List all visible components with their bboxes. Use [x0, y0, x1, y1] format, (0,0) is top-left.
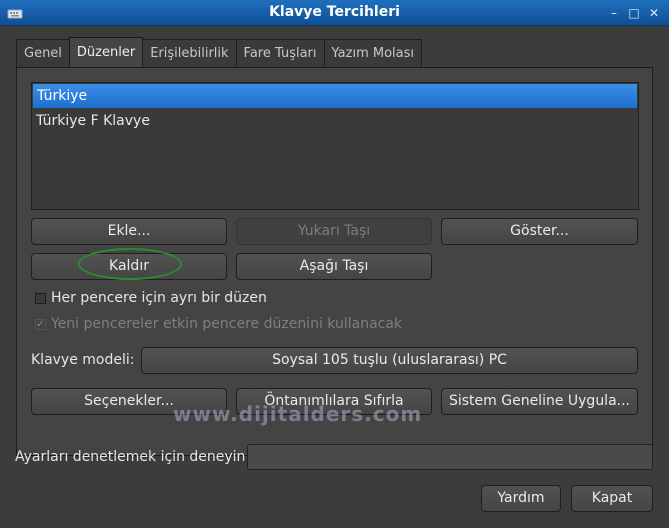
window-body: Genel Düzenler Erişilebilirlik Fare Tuşl…	[0, 26, 669, 528]
test-input[interactable]	[247, 444, 653, 470]
help-button[interactable]: Yardım	[481, 485, 561, 512]
add-button[interactable]: Ekle...	[31, 218, 227, 245]
keyboard-model-button[interactable]: Soysal 105 tuşlu (uluslararası) PC	[141, 347, 638, 374]
minimize-icon[interactable]: –	[607, 6, 621, 20]
tab-fare-tuslari[interactable]: Fare Tuşları	[235, 39, 325, 67]
close-button[interactable]: Kapat	[571, 485, 653, 512]
separate-layout-checkbox[interactable]	[35, 292, 46, 304]
show-button[interactable]: Göster...	[441, 218, 638, 245]
separate-layout-checkbox-row[interactable]: Her pencere için ayrı bir düzen	[35, 289, 267, 307]
close-window-icon[interactable]: ✕	[647, 6, 661, 20]
move-up-button[interactable]: Yukarı Taşı	[236, 218, 432, 245]
tab-bar: Genel Düzenler Erişilebilirlik Fare Tuşl…	[16, 37, 422, 67]
list-item[interactable]: Türkiye	[33, 84, 637, 108]
list-item[interactable]: Türkiye F Klavye	[32, 109, 638, 133]
tab-duzenler[interactable]: Düzenler	[68, 37, 144, 67]
new-windows-checkbox: ✓	[35, 318, 46, 330]
tab-yazim-molasi[interactable]: Yazım Molası	[323, 39, 422, 67]
tab-genel[interactable]: Genel	[16, 39, 70, 67]
test-field-label: Ayarları denetlemek için deneyin:	[15, 449, 251, 465]
separate-layout-label: Her pencere için ayrı bir düzen	[51, 290, 267, 306]
apply-system-wide-button[interactable]: Sistem Geneline Uygula...	[441, 388, 638, 415]
title-bar: Klavye Tercihleri – □ ✕	[0, 0, 669, 26]
move-down-button[interactable]: Aşağı Taşı	[236, 253, 432, 280]
keyboard-model-label: Klavye modeli:	[31, 352, 135, 368]
watermark: www.dijitalders.com	[173, 402, 423, 426]
tab-erisilebilirlik[interactable]: Erişilebilirlik	[142, 39, 237, 67]
new-windows-checkbox-row: ✓ Yeni pencereler etkin pencere düzenini…	[35, 315, 402, 333]
layout-list[interactable]: Türkiye Türkiye F Klavye	[31, 82, 639, 210]
new-windows-label: Yeni pencereler etkin pencere düzenini k…	[51, 316, 403, 332]
annotation-ring	[78, 248, 182, 280]
maximize-icon[interactable]: □	[627, 6, 641, 20]
window-title: Klavye Tercihleri	[269, 4, 400, 20]
